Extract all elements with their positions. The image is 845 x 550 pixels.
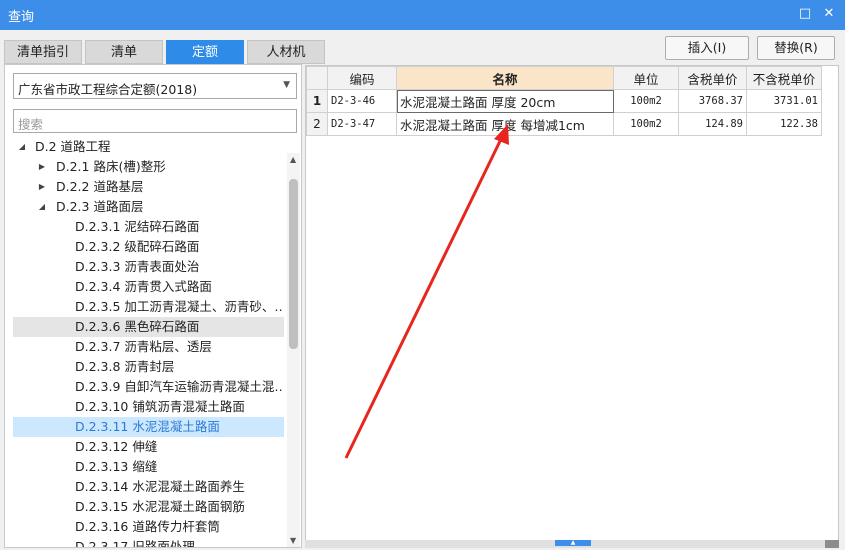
- tree-leaf[interactable]: D.2.3.7 沥青粘层、透层: [13, 337, 284, 357]
- search-input[interactable]: 搜索: [13, 109, 297, 133]
- quota-table: 编码 名称 单位 含税单价 不含税单价 1 D2-3-46 水泥混凝土路面 厚度…: [306, 66, 822, 136]
- collapsed-triangle-icon[interactable]: ▶: [37, 177, 47, 197]
- dialog-body: 清单指引 清单 定额 人材机 广东省市政工程综合定额(2018) ▼ 搜索 ◢ …: [0, 30, 845, 550]
- tree-leaf[interactable]: D.2.3.8 沥青封层: [13, 357, 284, 377]
- window-title: 查询: [8, 10, 35, 25]
- chevron-down-icon[interactable]: ▼: [283, 80, 290, 90]
- tree-leaf-selected[interactable]: D.2.3.11 水泥混凝土路面: [13, 417, 284, 437]
- tab-labor-material-machine[interactable]: 人材机: [247, 40, 325, 64]
- header-rownum: [306, 66, 328, 90]
- header-unit[interactable]: 单位: [613, 66, 679, 90]
- scroll-up-icon[interactable]: ▲: [290, 155, 296, 164]
- search-placeholder: 搜索: [18, 117, 44, 132]
- header-price-tax[interactable]: 含税单价: [678, 66, 747, 90]
- replace-button[interactable]: 替换(R): [757, 36, 835, 60]
- header-name[interactable]: 名称: [396, 66, 614, 90]
- restore-icon[interactable]: □: [797, 6, 813, 22]
- tree-leaf[interactable]: D.2.3.5 加工沥青混凝土、沥青砂、…: [13, 297, 284, 317]
- tab-bill[interactable]: 清单: [85, 40, 163, 64]
- splitter-up-icon[interactable]: ▲: [555, 540, 591, 546]
- cell-price-notax[interactable]: 122.38: [746, 112, 822, 136]
- splitter-edge: [825, 540, 839, 548]
- tree-leaf[interactable]: D.2.3.9 自卸汽车运输沥青混凝土混…: [13, 377, 284, 397]
- tree-leaf[interactable]: D.2.3.3 沥青表面处治: [13, 257, 284, 277]
- collapsed-triangle-icon[interactable]: ▶: [37, 157, 47, 177]
- quota-library-value: 广东省市政工程综合定额(2018): [18, 82, 198, 97]
- tree-node[interactable]: ▶ D.2.1 路床(槽)整形: [13, 157, 284, 177]
- cell-price-tax[interactable]: 124.89: [678, 112, 747, 136]
- cell-price-notax[interactable]: 3731.01: [746, 89, 822, 113]
- tab-quota[interactable]: 定额: [166, 40, 244, 64]
- cell-code[interactable]: D2-3-46: [327, 89, 397, 113]
- tree-leaf[interactable]: D.2.3.15 水泥混凝土路面钢筋: [13, 497, 284, 517]
- title-bar: 查询 □ ✕: [0, 0, 845, 30]
- scroll-down-icon[interactable]: ▼: [290, 536, 296, 545]
- tree-leaf[interactable]: D.2.3.13 缩缝: [13, 457, 284, 477]
- tree-node[interactable]: ▶ D.2.2 道路基层: [13, 177, 284, 197]
- tree-leaf[interactable]: D.2.3.14 水泥混凝土路面养生: [13, 477, 284, 497]
- cell-unit[interactable]: 100m2: [613, 89, 679, 113]
- chapter-tree: ◢ D.2 道路工程 ▶ D.2.1 路床(槽)整形 ▶ D.2.2 道路基层 …: [13, 137, 284, 547]
- insert-button[interactable]: 插入(I): [665, 36, 749, 60]
- tree-leaf[interactable]: D.2.3.16 道路传力杆套筒: [13, 517, 284, 537]
- table-header: 编码 名称 单位 含税单价 不含税单价: [306, 66, 822, 90]
- expanded-triangle-icon[interactable]: ◢: [17, 137, 27, 157]
- tree-leaf[interactable]: D.2.3.2 级配碎石路面: [13, 237, 284, 257]
- tree-leaf[interactable]: D.2.3.12 伸缝: [13, 437, 284, 457]
- cell-price-tax[interactable]: 3768.37: [678, 89, 747, 113]
- tab-bill-guide[interactable]: 清单指引: [4, 40, 82, 64]
- table-row[interactable]: 2 D2-3-47 水泥混凝土路面 厚度 每增减1cm 100m2 124.89…: [306, 112, 822, 136]
- cell-code[interactable]: D2-3-47: [327, 112, 397, 136]
- quota-tree-panel: 广东省市政工程综合定额(2018) ▼ 搜索 ◢ D.2 道路工程 ▶ D.2.…: [4, 64, 302, 548]
- tree-leaf[interactable]: D.2.3.1 泥结碎石路面: [13, 217, 284, 237]
- tree-leaf[interactable]: D.2.3.17 旧路面处理: [13, 537, 284, 547]
- tree-scrollbar[interactable]: ▲ ▼: [287, 153, 300, 547]
- cell-name[interactable]: 水泥混凝土路面 厚度 20cm: [396, 89, 614, 113]
- tree-leaf[interactable]: D.2.3.4 沥青贯入式路面: [13, 277, 284, 297]
- splitter-bar[interactable]: ▲: [305, 540, 839, 548]
- cell-unit[interactable]: 100m2: [613, 112, 679, 136]
- table-row[interactable]: 1 D2-3-46 水泥混凝土路面 厚度 20cm 100m2 3768.37 …: [306, 89, 822, 113]
- header-code[interactable]: 编码: [327, 66, 397, 90]
- scrollbar-thumb[interactable]: [289, 179, 298, 349]
- tree-leaf[interactable]: D.2.3.10 铺筑沥青混凝土路面: [13, 397, 284, 417]
- tree-node[interactable]: ◢ D.2.3 道路面层: [13, 197, 284, 217]
- quota-grid-panel: 编码 名称 单位 含税单价 不含税单价 1 D2-3-46 水泥混凝土路面 厚度…: [305, 65, 839, 543]
- header-price-notax[interactable]: 不含税单价: [746, 66, 822, 90]
- row-number: 1: [306, 89, 328, 113]
- tree-node[interactable]: ◢ D.2 道路工程: [13, 137, 284, 157]
- close-icon[interactable]: ✕: [821, 6, 837, 22]
- expanded-triangle-icon[interactable]: ◢: [37, 197, 47, 217]
- tree-leaf-hovered[interactable]: D.2.3.6 黑色碎石路面: [13, 317, 284, 337]
- row-number: 2: [306, 112, 328, 136]
- quota-library-select[interactable]: 广东省市政工程综合定额(2018) ▼: [13, 73, 297, 99]
- cell-name[interactable]: 水泥混凝土路面 厚度 每增减1cm: [396, 112, 614, 136]
